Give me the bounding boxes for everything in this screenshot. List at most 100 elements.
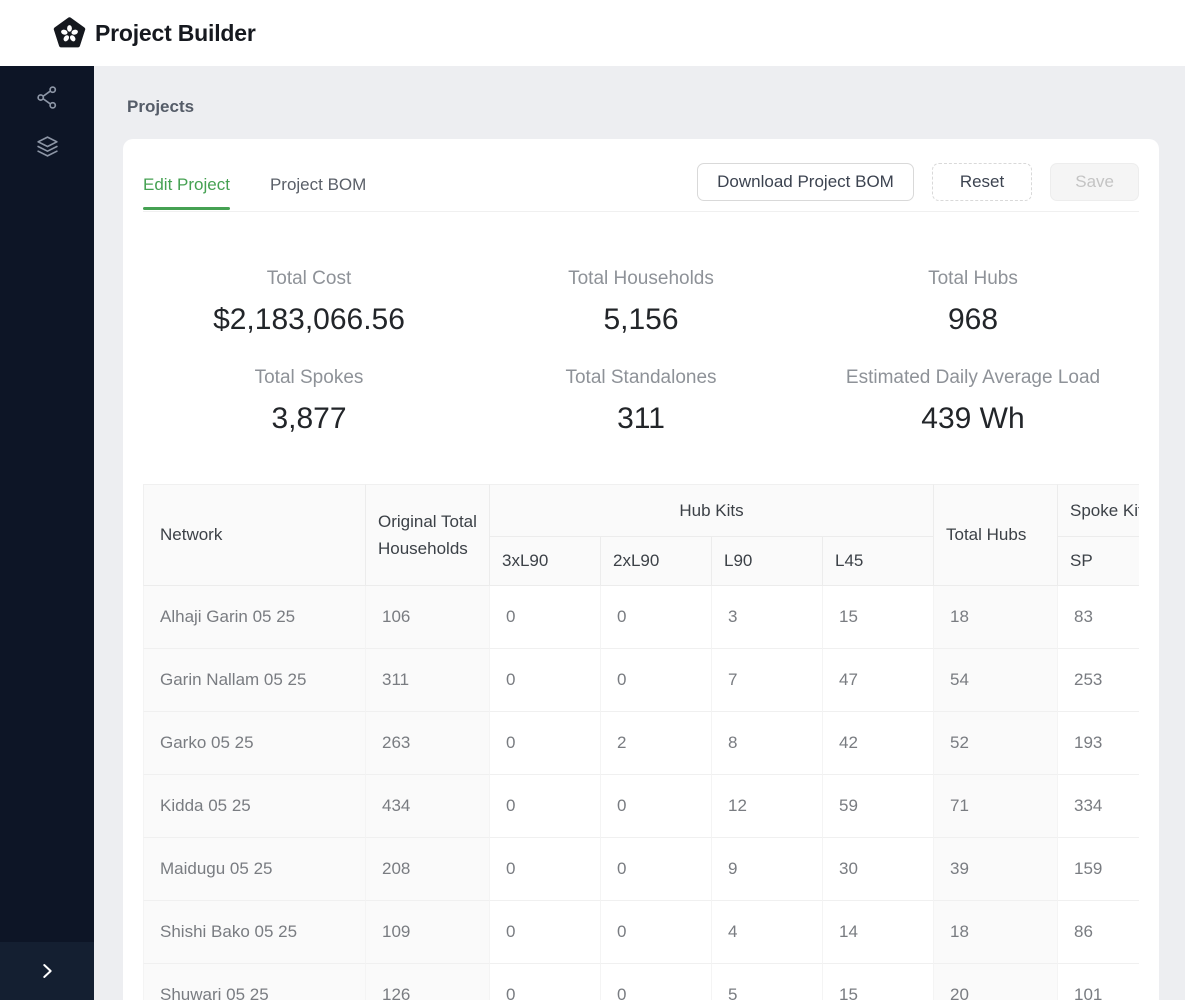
reset-button[interactable]: Reset (932, 163, 1032, 201)
stat-label: Total Households (475, 268, 807, 290)
cell-original-total-households: 263 (366, 712, 490, 775)
stat-value: 5,156 (475, 302, 807, 337)
cell-2xl90: 0 (601, 586, 712, 649)
cell-original-total-households: 434 (366, 775, 490, 838)
cell-original-total-households: 106 (366, 586, 490, 649)
cell-2xl90: 2 (601, 712, 712, 775)
cell-sp: 86 (1058, 901, 1139, 964)
table-row: Alhaji Garin 05 25106003151883 (143, 586, 1139, 649)
toolbar: Download Project BOM Reset Save (697, 163, 1139, 211)
cell-network: Garko 05 25 (143, 712, 366, 775)
stat-label: Total Spokes (143, 367, 475, 389)
cell-total-hubs: 71 (934, 775, 1058, 838)
sidebar (0, 66, 94, 1000)
cell-network: Garin Nallam 05 25 (143, 649, 366, 712)
sidebar-item-layers[interactable] (24, 124, 70, 168)
cell-network: Kidda 05 25 (143, 775, 366, 838)
cell-sp: 193 (1058, 712, 1139, 775)
stat-label: Total Hubs (807, 268, 1139, 290)
cell-2xl90: 0 (601, 775, 712, 838)
table-row: Maidugu 05 252080093039159 (143, 838, 1139, 901)
column-group-spoke-kits: Spoke Kits (1058, 484, 1139, 537)
cell-3xl90: 0 (490, 586, 601, 649)
stat-total-hubs: Total Hubs 968 (807, 268, 1139, 337)
column-group-hub-kits: Hub Kits (490, 484, 934, 537)
stat-total-households: Total Households 5,156 (475, 268, 807, 337)
tab-project-bom[interactable]: Project BOM (270, 166, 366, 209)
cell-l45: 15 (823, 586, 934, 649)
cell-l90: 8 (712, 712, 823, 775)
cell-original-total-households: 109 (366, 901, 490, 964)
cell-total-hubs: 20 (934, 964, 1058, 1000)
stat-total-spokes: Total Spokes 3,877 (143, 367, 475, 436)
stat-value: 311 (475, 401, 807, 436)
cell-3xl90: 0 (490, 649, 601, 712)
cell-total-hubs: 18 (934, 586, 1058, 649)
page-title: Projects (127, 97, 1159, 117)
cell-sp: 253 (1058, 649, 1139, 712)
cell-l45: 59 (823, 775, 934, 838)
share-icon (35, 85, 60, 110)
cell-original-total-households: 208 (366, 838, 490, 901)
column-header-2xl90: 2xL90 (601, 537, 712, 586)
top-bar: Project Builder (0, 0, 1185, 66)
cell-total-hubs: 39 (934, 838, 1058, 901)
cell-l90: 4 (712, 901, 823, 964)
table-row: Garin Nallam 05 253110074754253 (143, 649, 1139, 712)
cell-sp: 334 (1058, 775, 1139, 838)
sidebar-expand-button[interactable] (0, 942, 94, 1000)
project-stats: Total Cost $2,183,066.56 Total Household… (143, 268, 1139, 436)
stat-label: Total Cost (143, 268, 475, 290)
column-header-3xl90: 3xL90 (490, 537, 601, 586)
save-button[interactable]: Save (1050, 163, 1139, 201)
app-logo-icon (53, 17, 86, 50)
stat-label: Total Standalones (475, 367, 807, 389)
stat-total-cost: Total Cost $2,183,066.56 (143, 268, 475, 337)
cell-sp: 83 (1058, 586, 1139, 649)
cell-l90: 9 (712, 838, 823, 901)
stat-value: $2,183,066.56 (143, 302, 475, 337)
cell-2xl90: 0 (601, 901, 712, 964)
sidebar-item-share[interactable] (24, 75, 70, 119)
cell-l45: 14 (823, 901, 934, 964)
stat-value: 968 (807, 302, 1139, 337)
cell-network: Maidugu 05 25 (143, 838, 366, 901)
cell-l90: 5 (712, 964, 823, 1000)
download-project-bom-button[interactable]: Download Project BOM (697, 163, 914, 201)
networks-table-container[interactable]: Network Original Total Households Hub Ki… (143, 484, 1139, 1000)
cell-3xl90: 0 (490, 712, 601, 775)
networks-table: Network Original Total Households Hub Ki… (143, 484, 1139, 1000)
cell-total-hubs: 18 (934, 901, 1058, 964)
table-row: Shishi Bako 05 25109004141886 (143, 901, 1139, 964)
cell-l45: 30 (823, 838, 934, 901)
cell-2xl90: 0 (601, 649, 712, 712)
tab-bar: Edit Project Project BOM Download Projec… (143, 163, 1139, 212)
cell-2xl90: 0 (601, 838, 712, 901)
cell-sp: 159 (1058, 838, 1139, 901)
cell-original-total-households: 311 (366, 649, 490, 712)
table-row: Garko 05 252630284252193 (143, 712, 1139, 775)
cell-l45: 42 (823, 712, 934, 775)
cell-2xl90: 0 (601, 964, 712, 1000)
stat-value: 439 Wh (807, 401, 1139, 436)
stat-value: 3,877 (143, 401, 475, 436)
column-header-l90: L90 (712, 537, 823, 586)
table-row: Kidda 05 2543400125971334 (143, 775, 1139, 838)
app-title: Project Builder (95, 20, 256, 47)
column-header-l45: L45 (823, 537, 934, 586)
cell-total-hubs: 54 (934, 649, 1058, 712)
layers-icon (35, 134, 60, 159)
cell-l45: 47 (823, 649, 934, 712)
cell-l90: 7 (712, 649, 823, 712)
cell-network: Shuwari 05 25 (143, 964, 366, 1000)
cell-sp: 101 (1058, 964, 1139, 1000)
column-header-sp: SP (1058, 537, 1139, 586)
table-body: Alhaji Garin 05 25106003151883Garin Nall… (143, 586, 1139, 1000)
cell-network: Shishi Bako 05 25 (143, 901, 366, 964)
cell-total-hubs: 52 (934, 712, 1058, 775)
cell-3xl90: 0 (490, 775, 601, 838)
stat-label: Estimated Daily Average Load (807, 367, 1139, 389)
column-header-total-hubs: Total Hubs (934, 484, 1058, 586)
brand: Project Builder (53, 17, 256, 50)
tab-edit-project[interactable]: Edit Project (143, 166, 230, 209)
